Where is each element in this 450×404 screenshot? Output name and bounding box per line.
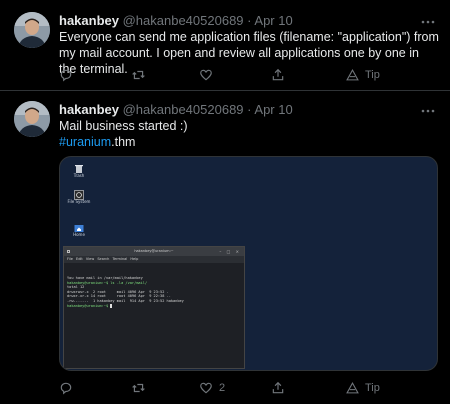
- terminal-menu-item: File: [67, 257, 73, 261]
- trash-icon: [74, 161, 84, 173]
- desktop-icon-trash: Trash: [66, 161, 92, 178]
- terminal-menu-item: Help: [130, 257, 139, 261]
- share-button[interactable]: [271, 67, 285, 83]
- tweet-text: Mail business started :) #uranium.thm: [59, 118, 439, 150]
- terminal-window: hakanbey@uranium:~ – □ × File Edit View …: [63, 246, 245, 369]
- terminal-title: hakanbey@uranium:~: [134, 249, 174, 253]
- retweet-button[interactable]: [131, 67, 152, 83]
- retweet-icon: [131, 68, 146, 82]
- retweet-icon: [131, 381, 146, 395]
- terminal-menu-item: Edit: [75, 257, 83, 261]
- author-handle[interactable]: @hakanbe40520689: [123, 13, 244, 28]
- hashtag-suffix: .thm: [111, 135, 136, 149]
- like-button[interactable]: 2: [199, 380, 225, 396]
- desktop-icon-file-system: File System: [66, 187, 92, 204]
- author-name[interactable]: hakanbey: [59, 102, 119, 117]
- desktop-icon-home: Home: [66, 220, 92, 237]
- tweet-header: hakanbey @hakanbe40520689 · Apr 10: [59, 12, 293, 30]
- desktop-icon-label: Trash: [73, 173, 85, 178]
- retweet-button[interactable]: [131, 380, 152, 396]
- window-controls-icon: – □ ×: [219, 249, 241, 254]
- author-name[interactable]: hakanbey: [59, 13, 119, 28]
- hashtag-link[interactable]: #uranium: [59, 135, 111, 149]
- terminal-output: You have mail in /var/mail/hakanbey hakan…: [64, 263, 244, 368]
- desktop-icon-label: Home: [73, 232, 85, 237]
- tweet-media-image[interactable]: Trash File System Home hakanbey@uranium:…: [59, 156, 438, 371]
- tip-button[interactable]: Tip: [346, 67, 380, 83]
- tweet[interactable]: hakanbey @hakanbe40520689 · Apr 10 Mail …: [0, 91, 450, 404]
- desktop-icon-label: File System: [67, 199, 91, 204]
- avatar-image: [14, 101, 50, 137]
- tweet-text-line: Mail business started :): [59, 119, 188, 133]
- tip-icon: [346, 69, 359, 81]
- reply-button[interactable]: [59, 67, 79, 83]
- terminal-menu-item: Terminal: [112, 257, 128, 261]
- tweet-date[interactable]: Apr 10: [254, 13, 292, 28]
- share-icon: [271, 68, 285, 82]
- like-count: 2: [219, 382, 226, 394]
- reply-button[interactable]: [59, 380, 79, 396]
- avatar-image: [14, 12, 50, 48]
- like-button[interactable]: [199, 67, 219, 83]
- more-icon[interactable]: [418, 102, 438, 118]
- separator: ·: [247, 13, 252, 28]
- terminal-menubar: File Edit View Search Terminal Help: [64, 256, 244, 263]
- tip-button[interactable]: Tip: [346, 380, 380, 396]
- tweet[interactable]: hakanbey @hakanbe40520689 · Apr 10 Every…: [0, 0, 450, 91]
- tweet-actions: 2 Tip: [59, 380, 439, 396]
- like-icon: [199, 381, 213, 395]
- reply-icon: [59, 68, 73, 82]
- share-icon: [271, 381, 285, 395]
- terminal-prompt-line: hakanbey@uranium:~$: [67, 304, 241, 309]
- more-icon[interactable]: [418, 13, 438, 29]
- terminal-menu-item: Search: [97, 257, 110, 261]
- tweet-date[interactable]: Apr 10: [254, 102, 292, 117]
- separator: ·: [247, 102, 252, 117]
- avatar[interactable]: [14, 12, 50, 48]
- home-folder-icon: [74, 220, 84, 232]
- terminal-titlebar: hakanbey@uranium:~ – □ ×: [64, 247, 244, 256]
- terminal-cursor: [110, 304, 113, 309]
- reply-icon: [59, 381, 73, 395]
- terminal-line: hakanbey@uranium:~$: [67, 303, 111, 308]
- like-icon: [199, 68, 213, 82]
- terminal-menu-item: View: [85, 257, 95, 261]
- tweet-header: hakanbey @hakanbe40520689 · Apr 10: [59, 101, 293, 119]
- avatar[interactable]: [14, 101, 50, 137]
- tip-label: Tip: [365, 382, 380, 394]
- tweet-actions: Tip: [59, 67, 439, 83]
- file-system-icon: [74, 187, 84, 200]
- author-handle[interactable]: @hakanbe40520689: [123, 102, 244, 117]
- share-button[interactable]: [271, 380, 285, 396]
- terminal-menu-icon: [67, 250, 70, 253]
- tip-icon: [346, 382, 359, 394]
- tip-label: Tip: [365, 69, 380, 81]
- hashtag-line: #uranium.thm: [59, 134, 439, 150]
